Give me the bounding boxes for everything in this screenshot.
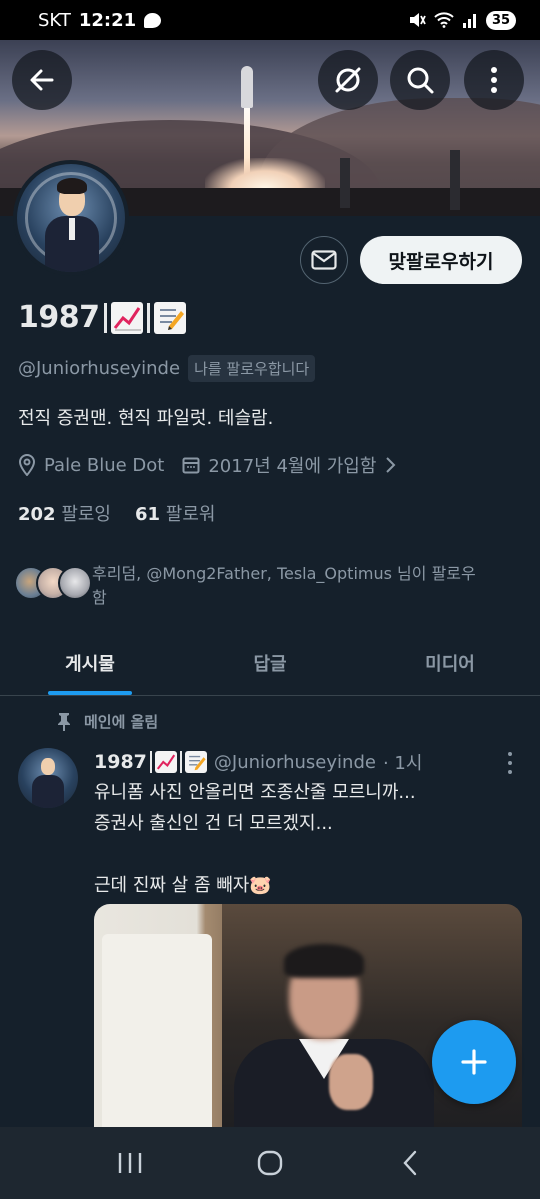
- mute-icon: [410, 13, 426, 27]
- name-separator: [149, 751, 152, 773]
- follow-back-button[interactable]: 맞팔로우하기: [360, 236, 522, 284]
- name-separator: [179, 751, 182, 773]
- carrier-label: SKT: [38, 9, 71, 31]
- photo-pillar: [102, 934, 212, 1144]
- rocket: [241, 66, 253, 108]
- system-nav-bar: [0, 1127, 540, 1199]
- tab-replies[interactable]: 답글: [180, 630, 360, 695]
- user-handle: @Juniorhuseyinde: [18, 358, 181, 379]
- no-signal-icon: [335, 67, 361, 93]
- profile-page: SKT 12:21 35 맞팔로우하기 1987 @Juniorhuseyind…: [0, 0, 540, 1199]
- name-separator: [103, 302, 107, 333]
- followers-count: 61: [135, 504, 161, 525]
- tab-media[interactable]: 미디어: [360, 630, 540, 695]
- avatar-uniform: [32, 775, 64, 808]
- chart-increasing-icon: [110, 301, 143, 334]
- profile-avatar[interactable]: [13, 160, 129, 276]
- followed-by[interactable]: 후리덤, @Mong2Father, Tesla_Optimus 님이 팔로우함: [14, 562, 482, 610]
- photo-thumbs-up: [329, 1054, 373, 1110]
- tweet-author-handle: @Juniorhuseyinde: [213, 751, 376, 773]
- recent-apps-button[interactable]: [100, 1133, 160, 1193]
- pinned-label: 메인에 올림: [84, 713, 159, 731]
- display-name-row: 1987: [18, 300, 186, 335]
- recent-apps-icon: [118, 1153, 142, 1173]
- pinned-indicator: 메인에 올림: [56, 711, 158, 732]
- wifi-icon: [434, 12, 454, 28]
- following-label: 팔로잉: [61, 504, 111, 525]
- launch-tower: [340, 158, 350, 208]
- mutual-avatars: [14, 562, 92, 602]
- followers-label: 팔로워: [165, 504, 216, 525]
- tweet-author-name[interactable]: 1987: [94, 751, 147, 773]
- dot: [508, 770, 512, 774]
- avatar-tie: [69, 218, 75, 240]
- following-stat[interactable]: 202 팔로잉: [18, 500, 111, 526]
- search-button[interactable]: [390, 50, 450, 110]
- location-text: Pale Blue Dot: [44, 454, 165, 476]
- memo-icon: [184, 751, 207, 773]
- mail-icon: [311, 250, 337, 270]
- status-icons: 35: [408, 10, 516, 30]
- avatar-hair: [57, 178, 87, 194]
- name-separator: [146, 302, 150, 333]
- back-chevron-icon: [403, 1150, 417, 1176]
- grok-button[interactable]: [318, 50, 378, 110]
- compose-button[interactable]: [432, 1020, 516, 1104]
- back-button[interactable]: [12, 50, 72, 110]
- clock: 12:21: [78, 9, 137, 31]
- back-arrow-icon: [30, 69, 54, 91]
- avatar-face: [41, 758, 55, 775]
- handle-row: @Juniorhuseyinde 나를 팔로우합니다: [18, 355, 316, 382]
- join-date[interactable]: 2017년 4월에 가입함: [182, 452, 396, 478]
- more-options-button[interactable]: [464, 50, 524, 110]
- battery-indicator: 35: [486, 10, 516, 30]
- pin-icon: [58, 712, 70, 731]
- mutual-avatar: [58, 566, 92, 600]
- back-nav-button[interactable]: [380, 1133, 440, 1193]
- chevron-right-icon: [386, 457, 396, 473]
- follow-stats: 202 팔로잉 61 팔로워: [18, 500, 215, 526]
- dot: [508, 761, 512, 765]
- location-pin-icon: [18, 454, 36, 476]
- search-icon: [407, 67, 434, 94]
- photo-person-hair: [284, 944, 364, 978]
- home-icon: [257, 1150, 283, 1176]
- launch-tower: [450, 150, 460, 210]
- tweet-header: 1987 @Juniorhuseyinde · 1시: [94, 749, 422, 775]
- tweet-time: · 1시: [382, 753, 423, 774]
- profile-tabs: 게시물 답글 미디어: [0, 630, 540, 696]
- profile-bio: 전직 증권맨. 현직 파일럿. 테슬람.: [18, 408, 274, 429]
- memo-icon: [153, 301, 186, 334]
- tab-posts[interactable]: 게시물: [0, 630, 180, 695]
- message-button[interactable]: [300, 236, 348, 284]
- followed-by-text: 후리덤, @Mong2Father, Tesla_Optimus 님이 팔로우함: [92, 564, 476, 607]
- home-button[interactable]: [240, 1133, 300, 1193]
- signal-icon: [463, 14, 476, 28]
- following-count: 202: [18, 504, 56, 525]
- followers-stat[interactable]: 61 팔로워: [135, 500, 215, 526]
- follows-you-badge: 나를 팔로우합니다: [188, 355, 316, 382]
- chat-notification-icon: [144, 12, 162, 28]
- more-vertical-icon: [491, 67, 497, 93]
- plus-icon: [461, 1049, 487, 1075]
- dot: [508, 752, 512, 756]
- chart-increasing-icon: [154, 751, 177, 773]
- tweet-more-button[interactable]: [500, 752, 520, 774]
- location: Pale Blue Dot: [18, 454, 164, 476]
- display-name: 1987: [18, 300, 100, 335]
- join-date-text: 2017년 4월에 가입함: [208, 456, 377, 477]
- status-bar: SKT 12:21 35: [0, 0, 540, 40]
- tweet-avatar[interactable]: [18, 748, 78, 808]
- calendar-icon: [182, 457, 200, 474]
- profile-meta: Pale Blue Dot 2017년 4월에 가입함: [18, 452, 414, 478]
- tweet-text: 유니폼 사진 안올리면 조종산줄 모르니까... 증권사 출신인 건 더 모르겠…: [94, 782, 416, 896]
